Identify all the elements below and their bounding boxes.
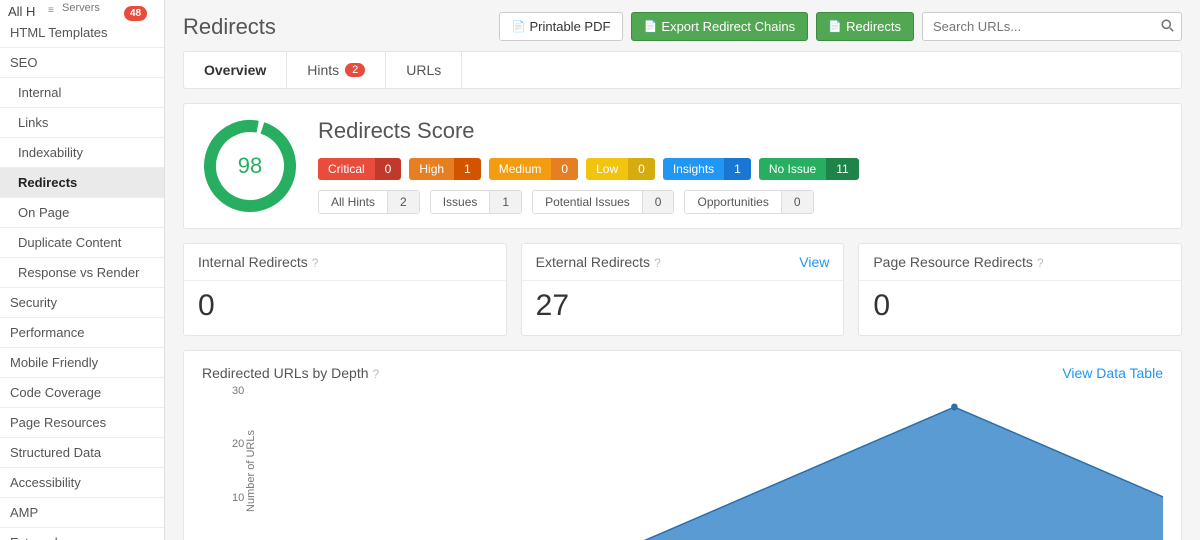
count-all-hints[interactable]: All Hints2: [318, 190, 420, 214]
chip-low[interactable]: Low0: [586, 158, 655, 180]
score-title: Redirects Score: [318, 118, 1163, 144]
stat-external-value: 27: [522, 281, 844, 335]
all-h-label: All H: [8, 4, 35, 19]
count-issues[interactable]: Issues1: [430, 190, 522, 214]
export-redirect-chains-button[interactable]: Export Redirect Chains: [631, 12, 808, 41]
servers-icon: [48, 4, 58, 12]
help-icon[interactable]: ?: [373, 367, 380, 381]
ytick: 30: [232, 385, 244, 397]
nav-list: HTML TemplatesSEOInternalLinksIndexabili…: [0, 18, 164, 540]
servers-label[interactable]: Servers: [62, 2, 100, 14]
sidebar-item-mobile-friendly[interactable]: Mobile Friendly: [0, 348, 164, 378]
sidebar-item-performance[interactable]: Performance: [0, 318, 164, 348]
main-content: Redirects Printable PDF Export Redirect …: [165, 0, 1200, 540]
tabs: Overview Hints 2 URLs: [183, 51, 1182, 89]
chip-critical[interactable]: Critical0: [318, 158, 401, 180]
sidebar-item-structured-data[interactable]: Structured Data: [0, 438, 164, 468]
tab-hints[interactable]: Hints 2: [287, 52, 386, 88]
sidebar-item-response-vs-render[interactable]: Response vs Render: [0, 258, 164, 288]
servers-badge: 48: [124, 6, 147, 21]
chip-insights[interactable]: Insights1: [663, 158, 751, 180]
sidebar-item-on-page[interactable]: On Page: [0, 198, 164, 228]
chart-panel: Redirected URLs by Depth? View Data Tabl…: [183, 350, 1182, 540]
sidebar-item-code-coverage[interactable]: Code Coverage: [0, 378, 164, 408]
file-icon: [512, 21, 524, 33]
sidebar-item-html-templates[interactable]: HTML Templates: [0, 18, 164, 48]
sidebar-item-internal[interactable]: Internal: [0, 78, 164, 108]
view-link[interactable]: View: [799, 254, 829, 270]
help-icon[interactable]: ?: [1037, 256, 1044, 270]
sidebar-item-amp[interactable]: AMP: [0, 498, 164, 528]
ytick: 20: [232, 438, 244, 450]
score-panel: 98 Redirects Score Critical0 High1 Mediu…: [183, 103, 1182, 229]
count-potential[interactable]: Potential Issues0: [532, 190, 674, 214]
chip-medium[interactable]: Medium0: [489, 158, 578, 180]
header-row: Redirects Printable PDF Export Redirect …: [183, 12, 1182, 41]
stat-external: External Redirects?View 27: [521, 243, 845, 336]
sidebar-item-accessibility[interactable]: Accessibility: [0, 468, 164, 498]
header-actions: Printable PDF Export Redirect Chains Red…: [499, 12, 1182, 41]
sidebar-item-page-resources[interactable]: Page Resources: [0, 408, 164, 438]
sidebar-item-redirects[interactable]: Redirects: [0, 168, 164, 198]
sidebar-item-links[interactable]: Links: [0, 108, 164, 138]
printable-pdf-button[interactable]: Printable PDF: [499, 12, 623, 41]
tab-urls[interactable]: URLs: [386, 52, 462, 88]
stat-internal: Internal Redirects? 0: [183, 243, 507, 336]
file-icon: [644, 21, 656, 33]
stat-internal-value: 0: [184, 281, 506, 335]
redirects-button[interactable]: Redirects: [816, 12, 914, 41]
score-value: 98: [238, 153, 262, 179]
sidebar-item-security[interactable]: Security: [0, 288, 164, 318]
help-icon[interactable]: ?: [654, 256, 661, 270]
sidebar-item-seo[interactable]: SEO: [0, 48, 164, 78]
sidebar-item-external[interactable]: External: [0, 528, 164, 540]
sidebar-item-duplicate-content[interactable]: Duplicate Content: [0, 228, 164, 258]
plot: [256, 391, 1163, 540]
sidebar-item-indexability[interactable]: Indexability: [0, 138, 164, 168]
stat-resource-value: 0: [859, 281, 1181, 335]
stat-resource: Page Resource Redirects? 0: [858, 243, 1182, 336]
score-ring: 98: [202, 118, 298, 214]
severity-row: Critical0 High1 Medium0 Low0 Insights1 N…: [318, 158, 1163, 180]
help-icon[interactable]: ?: [312, 256, 319, 270]
tab-overview[interactable]: Overview: [184, 52, 287, 88]
sidebar: All H Servers 48 HTML TemplatesSEOIntern…: [0, 0, 165, 540]
chip-noissue[interactable]: No Issue11: [759, 158, 859, 180]
stat-row: Internal Redirects? 0 External Redirects…: [183, 243, 1182, 336]
file-icon: [829, 21, 841, 33]
ytick: 10: [232, 492, 244, 504]
chart-title: Redirected URLs by Depth?: [202, 365, 379, 381]
chip-high[interactable]: High1: [409, 158, 480, 180]
hints-badge: 2: [345, 63, 365, 77]
counts-row: All Hints2 Issues1 Potential Issues0 Opp…: [318, 190, 1163, 214]
search-icon[interactable]: [1161, 19, 1174, 35]
view-data-table-link[interactable]: View Data Table: [1062, 365, 1163, 381]
page-title: Redirects: [183, 14, 276, 40]
chart-area: Number of URLs 102030: [232, 391, 1163, 540]
count-opps[interactable]: Opportunities0: [684, 190, 813, 214]
search-input[interactable]: [922, 12, 1182, 41]
search-wrap: [922, 12, 1182, 41]
